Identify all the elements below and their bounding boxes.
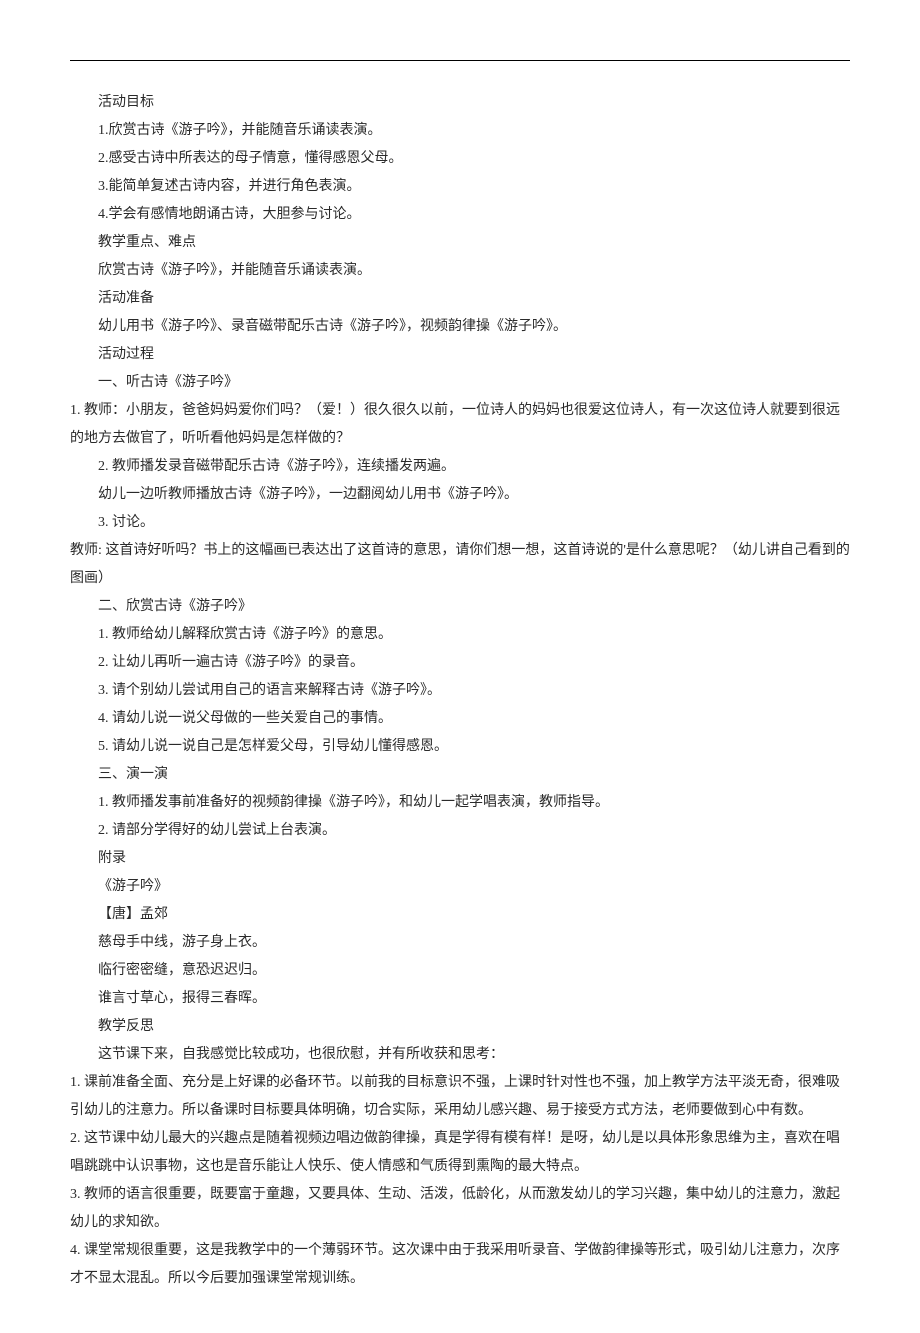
paragraph: 4. 请幼儿说一说父母做的一些关爱自己的事情。: [70, 705, 850, 733]
paragraph: 1.欣赏古诗《游子吟》，并能随音乐诵读表演。: [70, 117, 850, 145]
paragraph: 4.学会有感情地朗诵古诗，大胆参与讨论。: [70, 201, 850, 229]
paragraph: 3. 教师的语言很重要，既要富于童趣，又要具体、生动、活泼，低龄化，从而激发幼儿…: [70, 1181, 850, 1237]
paragraph: 2.感受古诗中所表达的母子情意，懂得感恩父母。: [70, 145, 850, 173]
paragraph: 这节课下来，自我感觉比较成功，也很欣慰，并有所收获和思考：: [70, 1041, 850, 1069]
paragraph: 《游子吟》: [70, 873, 850, 901]
paragraph: 2. 教师播发录音磁带配乐古诗《游子吟》，连续播发两遍。: [70, 453, 850, 481]
paragraph: 4. 课堂常规很重要，这是我教学中的一个薄弱环节。这次课中由于我采用听录音、学做…: [70, 1237, 850, 1293]
paragraph: 3.能简单复述古诗内容，并进行角色表演。: [70, 173, 850, 201]
paragraph: 3. 讨论。: [70, 509, 850, 537]
paragraph: 临行密密缝，意恐迟迟归。: [70, 957, 850, 985]
paragraph: 教学反思: [70, 1013, 850, 1041]
paragraph: 2. 这节课中幼儿最大的兴趣点是随着视频边唱边做韵律操，真是学得有模有样！是呀，…: [70, 1125, 850, 1181]
top-rule: [70, 60, 850, 61]
paragraph: 1. 教师：小朋友，爸爸妈妈爱你们吗？（爱！）很久很久以前，一位诗人的妈妈也很爱…: [70, 397, 850, 453]
paragraph: 1. 课前准备全面、充分是上好课的必备环节。以前我的目标意识不强，上课时针对性也…: [70, 1069, 850, 1125]
paragraph: 附录: [70, 845, 850, 873]
paragraph: 1. 教师播发事前准备好的视频韵律操《游子吟》，和幼儿一起学唱表演，教师指导。: [70, 789, 850, 817]
paragraph: 活动目标: [70, 89, 850, 117]
paragraph: 5. 请幼儿说一说自己是怎样爱父母，引导幼儿懂得感恩。: [70, 733, 850, 761]
paragraph: 活动准备: [70, 285, 850, 313]
paragraph: 谁言寸草心，报得三春晖。: [70, 985, 850, 1013]
paragraph: 二、欣赏古诗《游子吟》: [70, 593, 850, 621]
document-page: 活动目标1.欣赏古诗《游子吟》，并能随音乐诵读表演。2.感受古诗中所表达的母子情…: [0, 0, 920, 1333]
document-body: 活动目标1.欣赏古诗《游子吟》，并能随音乐诵读表演。2.感受古诗中所表达的母子情…: [70, 89, 850, 1293]
paragraph: 2. 让幼儿再听一遍古诗《游子吟》的录音。: [70, 649, 850, 677]
paragraph: 3. 请个别幼儿尝试用自己的语言来解释古诗《游子吟》。: [70, 677, 850, 705]
paragraph: 一、听古诗《游子吟》: [70, 369, 850, 397]
paragraph: 教师: 这首诗好听吗？书上的这幅画已表达出了这首诗的意思，请你们想一想，这首诗说…: [70, 537, 850, 593]
paragraph: 三、演一演: [70, 761, 850, 789]
paragraph: 慈母手中线，游子身上衣。: [70, 929, 850, 957]
paragraph: 活动过程: [70, 341, 850, 369]
paragraph: 幼儿一边听教师播放古诗《游子吟》，一边翻阅幼儿用书《游子吟》。: [70, 481, 850, 509]
paragraph: 2. 请部分学得好的幼儿尝试上台表演。: [70, 817, 850, 845]
paragraph: 【唐】孟郊: [70, 901, 850, 929]
paragraph: 欣赏古诗《游子吟》，并能随音乐诵读表演。: [70, 257, 850, 285]
paragraph: 幼儿用书《游子吟》、录音磁带配乐古诗《游子吟》，视频韵律操《游子吟》。: [70, 313, 850, 341]
paragraph: 教学重点、难点: [70, 229, 850, 257]
paragraph: 1. 教师给幼儿解释欣赏古诗《游子吟》的意思。: [70, 621, 850, 649]
